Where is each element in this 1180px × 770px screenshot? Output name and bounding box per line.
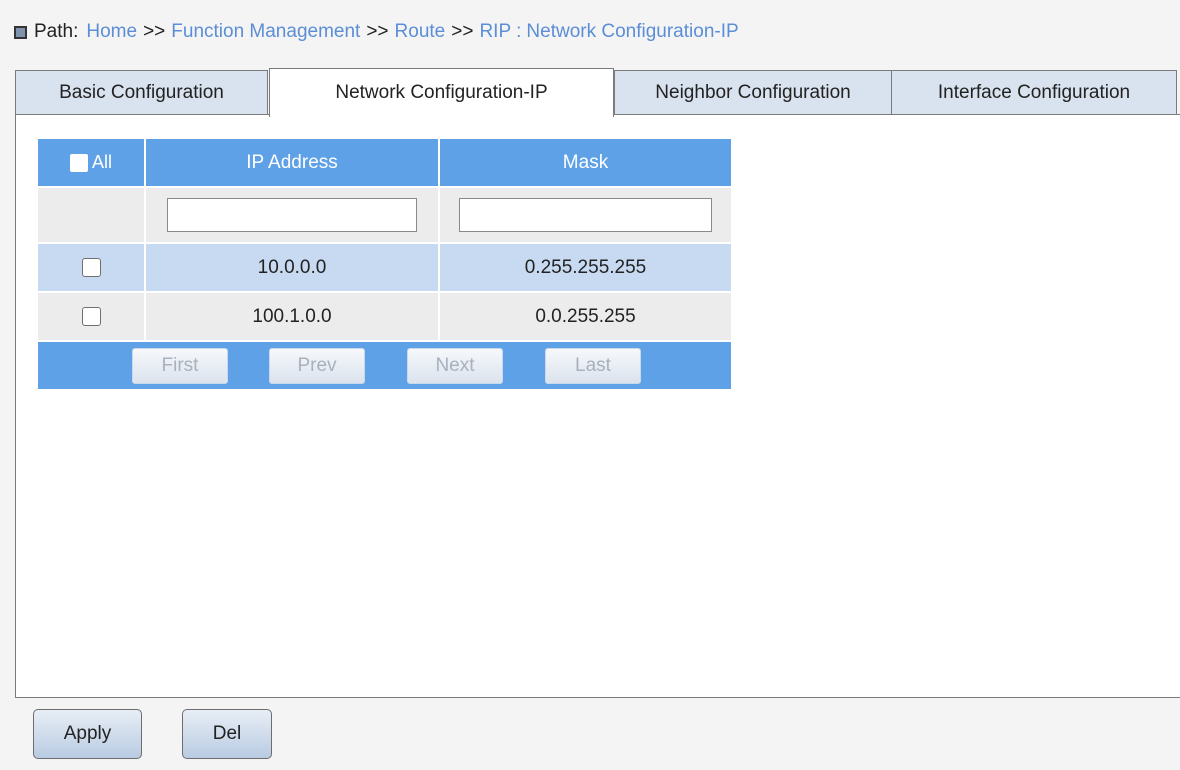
tab-network-configuration-ip[interactable]: Network Configuration-IP — [269, 68, 614, 117]
breadcrumb-current[interactable]: Network Configuration-IP — [526, 21, 738, 43]
table-row: 100.1.0.0 0.0.255.255 — [38, 291, 731, 340]
select-all-label: All — [91, 152, 112, 172]
pagination-bar: First Prev Next Last — [38, 340, 731, 389]
tab-neighbor-configuration[interactable]: Neighbor Configuration — [614, 70, 892, 114]
prev-page-button[interactable]: Prev — [269, 347, 365, 384]
breadcrumb-colon: : — [516, 21, 522, 42]
ip-filter-cell — [146, 188, 440, 242]
table-row: 10.0.0.0 0.255.255.255 — [38, 242, 731, 291]
row-checkbox[interactable] — [81, 258, 101, 277]
filter-row — [38, 186, 731, 242]
filter-empty-cell — [38, 188, 146, 242]
breadcrumb: Path: Home >> Function Management >> Rou… — [14, 18, 739, 46]
tab-basic-configuration[interactable]: Basic Configuration — [15, 70, 268, 114]
table-header: All IP Address Mask — [38, 139, 731, 186]
breadcrumb-separator: >> — [451, 21, 474, 42]
breadcrumb-separator: >> — [143, 21, 166, 42]
first-page-button[interactable]: First — [132, 347, 228, 384]
breadcrumb-separator: >> — [366, 21, 389, 42]
breadcrumb-function-management[interactable]: Function Management — [171, 21, 360, 43]
apply-button[interactable]: Apply — [33, 709, 142, 759]
mask-filter-cell — [440, 188, 731, 242]
breadcrumb-label: Path: — [34, 21, 79, 42]
ip-address-input[interactable] — [167, 198, 417, 232]
breadcrumb-route[interactable]: Route — [395, 21, 446, 43]
row-select-cell — [38, 293, 146, 340]
panel-bottom-divider — [15, 697, 1180, 698]
select-all-checkbox[interactable] — [69, 153, 88, 172]
tab-bar: Basic Configuration Network Configuratio… — [15, 68, 1180, 117]
breadcrumb-rip[interactable]: RIP — [479, 21, 511, 43]
network-table: All IP Address Mask 10.0.0.0 0.255.255.2… — [38, 139, 731, 389]
last-page-button[interactable]: Last — [545, 347, 641, 384]
square-bullet-icon — [14, 25, 27, 39]
row-mask: 0.0.255.255 — [535, 305, 636, 327]
column-header-mask: Mask — [562, 151, 609, 173]
column-header-ip-address: IP Address — [146, 139, 440, 186]
delete-button[interactable]: Del — [182, 709, 272, 759]
breadcrumb-home[interactable]: Home — [86, 21, 137, 43]
select-all-cell: All — [38, 139, 146, 186]
row-checkbox[interactable] — [81, 307, 101, 326]
row-mask: 0.255.255.255 — [524, 256, 647, 278]
row-ip-address: 100.1.0.0 — [146, 293, 440, 340]
next-page-button[interactable]: Next — [407, 347, 503, 384]
row-ip-address: 10.0.0.0 — [146, 244, 440, 291]
tab-interface-configuration[interactable]: Interface Configuration — [891, 70, 1177, 114]
row-select-cell — [38, 244, 146, 291]
mask-input[interactable] — [459, 198, 712, 232]
